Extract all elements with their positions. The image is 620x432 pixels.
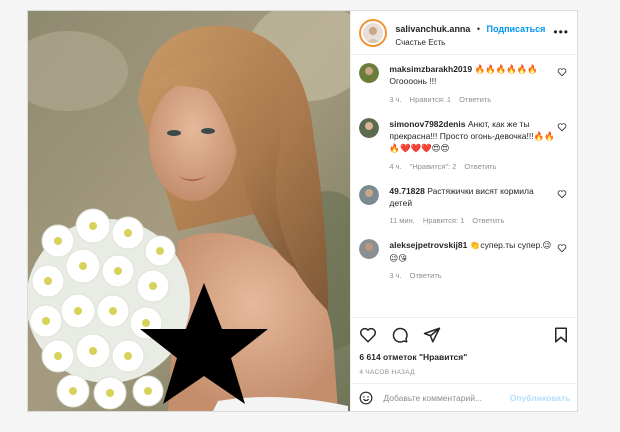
post-header: salivanchuk.anna • Подписаться Счастье Е… <box>351 11 577 55</box>
comment-text-line: maksimzbarakh2019 🔥🔥🔥🔥🔥🔥 Огоооонь !!! <box>389 63 555 88</box>
commenter-username[interactable]: simonov7982denis <box>389 119 465 129</box>
avatar-image <box>363 22 384 43</box>
comment-like-heart-icon[interactable] <box>557 67 567 77</box>
comment-item: 49.71828 Растяжички висят кормила детей … <box>359 184 569 226</box>
comment-time[interactable]: 4 ч. <box>389 162 401 171</box>
comment-input[interactable]: Добавьте комментарий... <box>383 393 482 403</box>
comment-body: simonov7982denis Анют, как же ты прекрас… <box>389 118 555 171</box>
post-time[interactable]: 4 ЧАСОВ НАЗАД <box>359 369 570 376</box>
bookmark-icon[interactable] <box>552 326 570 344</box>
more-options-icon[interactable]: ••• <box>553 25 569 39</box>
comment-body: 49.71828 Растяжички висят кормила детей … <box>389 185 555 226</box>
comment-meta: 3 ч. Ответить <box>389 271 555 280</box>
comment-text-line: simonov7982denis Анют, как же ты прекрас… <box>389 118 555 155</box>
author-username[interactable]: salivanchuk.anna <box>395 24 470 34</box>
add-comment-bar: Добавьте комментарий... Опубликовать <box>351 383 579 411</box>
action-icons <box>359 318 570 352</box>
comment-text-line: 49.71828 Растяжички висят кормила детей <box>389 185 555 210</box>
follow-button[interactable]: Подписаться <box>487 24 546 34</box>
share-icon[interactable] <box>423 326 441 344</box>
commenter-avatar[interactable] <box>359 63 380 83</box>
reply-button[interactable]: Ответить <box>459 95 491 104</box>
post-side-panel: salivanchuk.anna • Подписаться Счастье Е… <box>350 11 579 411</box>
commenter-username[interactable]: 49.71828 <box>389 186 424 196</box>
header-text: salivanchuk.anna • Подписаться Счастье Е… <box>395 18 545 48</box>
comment-meta: 11 мин. Нравится: 1 Ответить <box>389 216 555 225</box>
post-actions: 6 614 отметок "Нравится" 4 ЧАСОВ НАЗАД <box>351 317 579 376</box>
post-photo[interactable] <box>28 11 351 411</box>
comment-likes[interactable]: Нравится: 1 <box>410 95 451 104</box>
comment-time[interactable]: 3 ч. <box>389 95 401 104</box>
comment-item: aleksejpetrovskij81 👏супер.ты супер.😉😉😘 … <box>359 239 569 280</box>
comment-body: aleksejpetrovskij81 👏супер.ты супер.😉😉😘 … <box>389 239 555 280</box>
heart-icon[interactable] <box>359 326 377 344</box>
reply-button[interactable]: Ответить <box>472 216 504 225</box>
separator-dot: • <box>476 23 481 34</box>
comment-item: simonov7982denis Анют, как же ты прекрас… <box>359 117 569 171</box>
publish-button[interactable]: Опубликовать <box>510 393 571 403</box>
commenter-username[interactable]: maksimzbarakh2019 <box>389 64 472 74</box>
comment-icon[interactable] <box>391 326 409 344</box>
reply-button[interactable]: Ответить <box>464 162 496 171</box>
comment-text-line: aleksejpetrovskij81 👏супер.ты супер.😉😉😘 <box>389 239 555 264</box>
reply-button[interactable]: Ответить <box>410 271 442 280</box>
comment-meta: 4 ч. "Нравится": 2 Ответить <box>389 162 555 171</box>
comment-like-heart-icon[interactable] <box>557 122 567 132</box>
post-image <box>28 11 351 411</box>
post-location[interactable]: Счастье Есть <box>395 38 545 48</box>
comment-time[interactable]: 11 мин. <box>389 216 414 225</box>
likes-count[interactable]: 6 614 отметок "Нравится" <box>359 352 570 362</box>
comment-item: maksimzbarakh2019 🔥🔥🔥🔥🔥🔥 Огоооонь !!! 3 … <box>359 63 569 104</box>
commenter-avatar[interactable] <box>359 184 380 205</box>
instagram-post: salivanchuk.anna • Подписаться Счастье Е… <box>27 10 579 412</box>
comment-body: maksimzbarakh2019 🔥🔥🔥🔥🔥🔥 Огоооонь !!! 3 … <box>389 63 555 104</box>
comments-list[interactable]: maksimzbarakh2019 🔥🔥🔥🔥🔥🔥 Огоооонь !!! 3 … <box>351 55 577 317</box>
comment-like-heart-icon[interactable] <box>557 189 567 199</box>
commenter-avatar[interactable] <box>359 117 380 138</box>
commenter-avatar[interactable] <box>359 239 380 260</box>
author-avatar[interactable] <box>359 18 388 47</box>
comment-meta: 3 ч. Нравится: 1 Ответить <box>389 95 555 104</box>
smile-icon[interactable] <box>359 391 373 405</box>
comment-likes[interactable]: Нравится: 1 <box>423 216 464 225</box>
comment-like-heart-icon[interactable] <box>557 243 567 253</box>
comment-time[interactable]: 3 ч. <box>389 271 401 280</box>
commenter-username[interactable]: aleksejpetrovskij81 <box>389 240 467 250</box>
comment-likes[interactable]: "Нравится": 2 <box>410 162 457 171</box>
